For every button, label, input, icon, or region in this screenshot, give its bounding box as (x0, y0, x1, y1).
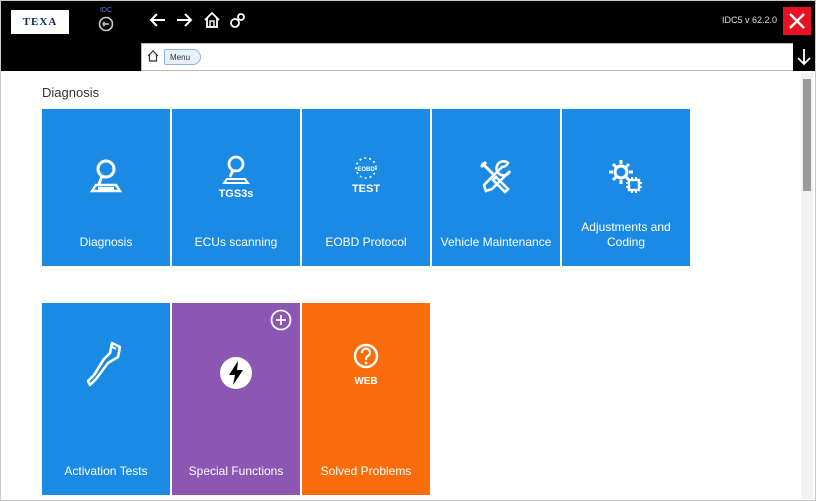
idc-power-icon (98, 16, 114, 32)
icon-text: WEB (354, 376, 377, 387)
icon-subtext: EOBD (357, 167, 375, 173)
tile-label: Vehicle Maintenance (440, 235, 552, 249)
gears-chip-icon (562, 151, 690, 203)
actuator-icon (42, 339, 170, 391)
tile-diagnosis[interactable]: Diagnosis (42, 109, 170, 266)
tile-vehicle-maintenance[interactable]: Vehicle Maintenance (432, 109, 560, 266)
toolbar-left-pad (1, 43, 141, 71)
eobd-test-icon: EOBD TEST (302, 151, 430, 203)
tile-label: Diagnosis (79, 235, 133, 249)
home-icon[interactable] (201, 9, 223, 31)
tile-eobd-protocol[interactable]: EOBD TEST EOBD Protocol (302, 109, 430, 266)
tgs3s-search-icon: TGS3s (172, 151, 300, 203)
scrollbar-thumb[interactable] (803, 79, 811, 191)
question-web-icon: WEB (302, 339, 430, 391)
logo-text: TEXA (22, 16, 58, 28)
tile-label: Special Functions (188, 464, 284, 478)
tile-label: Solved Problems (320, 464, 412, 478)
close-button[interactable] (783, 7, 811, 35)
forward-arrow-icon[interactable] (173, 9, 195, 31)
app-window: TEXA IDC IDC5 v 62.2.0 Menu Diagnosis Di… (0, 0, 816, 501)
tile-label: Activation Tests (64, 464, 148, 478)
lightning-icon (172, 347, 300, 399)
idc-badge: IDC (93, 7, 119, 37)
icon-text: TGS3s (219, 188, 254, 200)
car-search-icon (42, 151, 170, 203)
section-title: Diagnosis (42, 85, 100, 100)
breadcrumb-item-menu[interactable]: Menu (164, 49, 202, 65)
tile-label: Adjustments and Coding (581, 220, 671, 249)
idc-badge-text: IDC (99, 7, 113, 14)
add-plus-icon[interactable] (270, 309, 292, 331)
tile-solved-problems[interactable]: WEB Solved Problems (302, 303, 430, 495)
tile-ecus-scanning[interactable]: TGS3s ECUs scanning (172, 109, 300, 266)
tile-label: EOBD Protocol (325, 235, 407, 249)
top-toolbar: TEXA IDC IDC5 v 62.2.0 (1, 1, 815, 43)
vertical-scrollbar[interactable] (801, 73, 813, 499)
tile-adjustments-coding[interactable]: Adjustments and Coding (562, 109, 690, 266)
version-label: IDC5 v 62.2.0 (721, 15, 777, 25)
down-arrow-icon (797, 49, 811, 66)
wrench-screwdriver-icon (432, 151, 560, 203)
back-arrow-icon[interactable] (147, 9, 169, 31)
tile-label: ECUs scanning (194, 235, 278, 249)
texa-logo: TEXA (11, 10, 69, 34)
close-icon (789, 13, 805, 29)
breadcrumb-home-icon[interactable] (146, 49, 160, 63)
connection-icon[interactable] (227, 9, 249, 31)
tile-special-functions[interactable]: Special Functions (172, 303, 300, 495)
download-button[interactable] (793, 43, 815, 71)
breadcrumb: Menu (141, 43, 811, 71)
tile-activation-tests[interactable]: Activation Tests (42, 303, 170, 495)
icon-text: TEST (352, 183, 380, 195)
